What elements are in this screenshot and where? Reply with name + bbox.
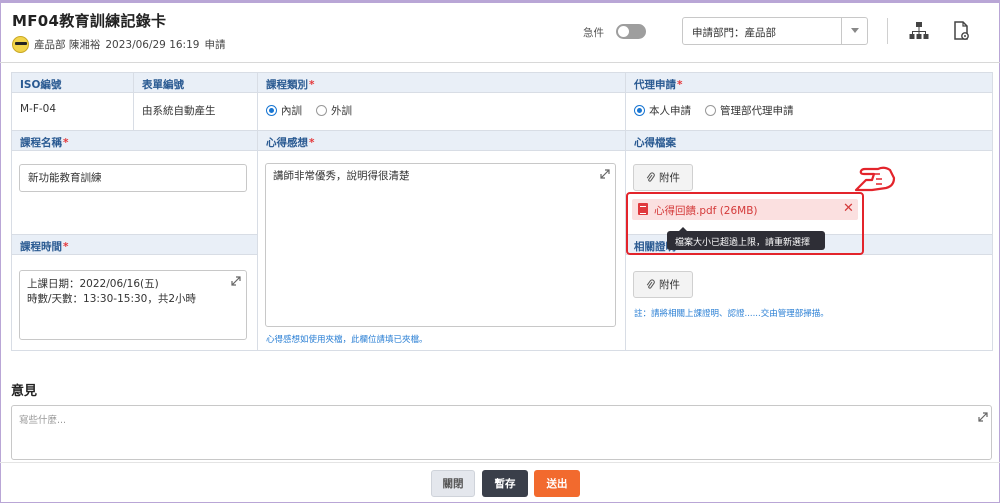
form-no-value: 由系統自動產生 [133,92,258,131]
department-select[interactable]: 申請部門：產品部 [682,17,868,45]
course-name-input[interactable]: 新功能教育訓練 [19,164,247,192]
course-time-header: 課程時間* [11,234,258,255]
iso-no-header: ISO編號 [11,72,134,93]
urgent-toggle[interactable] [616,24,646,39]
radio-proxy[interactable] [705,105,716,116]
paperclip-icon [646,279,655,289]
reflection-note: 心得感想如使用夾檔，此欄位請填已夾檔。 [266,335,428,345]
expand-icon[interactable] [231,276,241,286]
expand-icon[interactable] [978,412,988,422]
org-chart-icon[interactable] [908,20,930,42]
course-type-options: 內訓 外訓 [257,92,626,131]
proof-cell [625,254,993,351]
opinion-title: 意見 [11,384,38,399]
attach-label: 附件 [659,279,680,291]
course-type-header: 課程類別* [257,72,626,93]
header-rule [0,62,1000,63]
iso-no-value: M-F-04 [11,92,134,131]
status-text: 申請 [204,39,226,51]
urgent-label: 急件 [583,27,604,39]
document-settings-icon[interactable] [950,20,972,42]
header-divider [887,18,888,44]
course-time-textarea[interactable]: 上課日期：2022/06/16(五) 時數/天數：13:30-15:30，共2小… [19,270,247,340]
course-name-header: 課程名稱* [11,130,258,151]
expand-icon[interactable] [600,169,610,179]
chevron-down-icon[interactable] [841,18,867,44]
opinion-input[interactable]: 寫些什麼... [11,405,992,460]
radio-external-label[interactable]: 外訓 [331,103,352,118]
page-title: MF04教育訓練記錄卡 [12,12,167,30]
radio-internal-label[interactable]: 內訓 [281,103,302,118]
pointing-hand-icon [854,166,896,192]
attach-label: 附件 [659,172,680,184]
form-no-header: 表單編號 [133,72,258,93]
close-button[interactable]: 關閉 [431,470,475,497]
apply-datetime: 2023/06/29 16:19 [105,38,200,51]
radio-internal[interactable] [266,105,277,116]
radio-external[interactable] [316,105,327,116]
proof-attach-button[interactable]: 附件 [633,271,693,298]
radio-proxy-label[interactable]: 管理部代理申請 [720,103,794,118]
applicant-info: 產品部 陳湘裕 2023/06/29 16:19 申請 [12,36,225,53]
proof-note: 註：請將相關上課證明、認證......交由管理部掃描。 [634,309,829,319]
applicant-name: 產品部 陳湘裕 [34,39,101,51]
reflection-attach-button[interactable]: 附件 [633,164,693,191]
save-draft-button[interactable]: 暫存 [482,470,528,497]
radio-self[interactable] [634,105,645,116]
footer-divider [0,462,1000,463]
course-hours-line: 時數/天數：13:30-15:30，共2小時 [27,293,197,305]
proxy-options: 本人申請 管理部代理申請 [625,92,993,131]
reflection-header: 心得感想* [257,130,626,151]
course-date-line: 上課日期：2022/06/16(五) [27,278,159,290]
paperclip-icon [646,172,655,182]
radio-self-label[interactable]: 本人申請 [649,103,691,118]
reflection-textarea[interactable]: 講師非常優秀，說明得很清楚 [265,163,616,327]
opinion-placeholder: 寫些什麼... [19,415,67,426]
error-highlight-box [626,192,864,255]
proxy-header: 代理申請* [625,72,993,93]
avatar [12,36,29,53]
reflection-text: 講師非常優秀，說明得很清楚 [273,170,410,182]
submit-button[interactable]: 送出 [534,470,580,497]
department-select-value: 申請部門：產品部 [692,27,776,39]
reflection-file-header: 心得檔案 [625,130,993,151]
